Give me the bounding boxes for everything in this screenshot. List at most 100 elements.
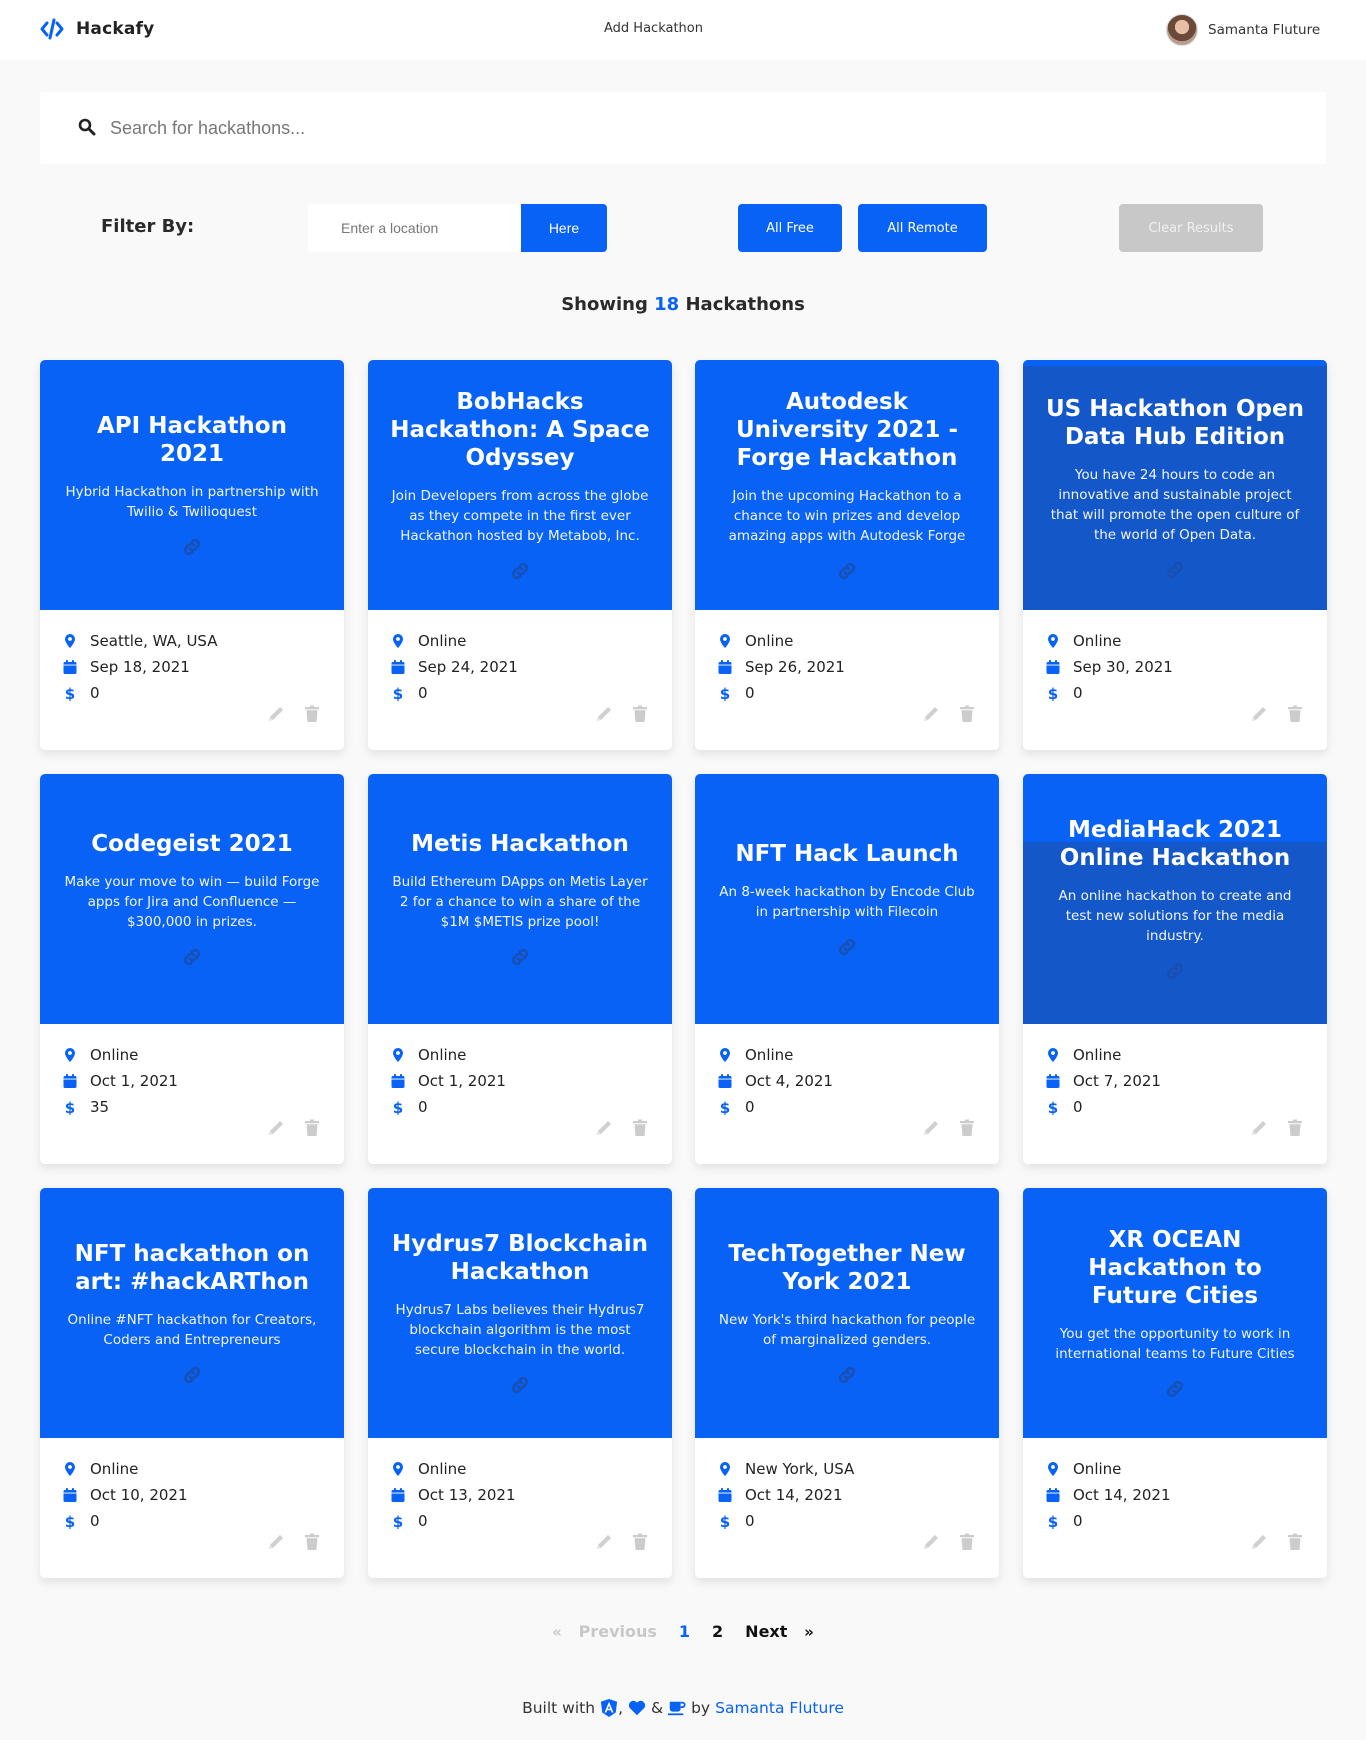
hackathon-card[interactable]: US Hackathon Open Data Hub Edition You ha…: [1023, 360, 1327, 750]
delete-trash-icon[interactable]: [302, 704, 322, 724]
edit-pencil-icon[interactable]: [266, 704, 286, 724]
link-icon[interactable]: [1164, 960, 1186, 982]
hackathon-card[interactable]: MediaHack 2021 Online Hackathon An online…: [1023, 774, 1327, 1164]
link-icon[interactable]: [181, 536, 203, 558]
location-text: Online: [1073, 1046, 1122, 1064]
card-actions: [1249, 1532, 1305, 1552]
date-text: Oct 4, 2021: [745, 1072, 833, 1090]
edit-pencil-icon[interactable]: [1249, 1532, 1269, 1552]
clear-results-button[interactable]: Clear Results: [1119, 204, 1263, 252]
link-icon[interactable]: [509, 1374, 531, 1396]
link-icon[interactable]: [836, 560, 858, 582]
card-date: Oct 4, 2021: [717, 1068, 977, 1094]
hackathon-card[interactable]: NFT Hack Launch An 8-week hackathon by En…: [695, 774, 999, 1164]
hackathon-card[interactable]: BobHacks Hackathon: A Space Odyssey Join …: [368, 360, 672, 750]
svg-text:$: $: [65, 1513, 75, 1529]
card-description: An 8-week hackathon by Encode Club in pa…: [719, 884, 975, 920]
here-button[interactable]: Here: [521, 204, 607, 252]
location-input[interactable]: [308, 204, 522, 252]
previous-label: Previous: [578, 1622, 657, 1641]
delete-trash-icon[interactable]: [957, 1118, 977, 1138]
svg-text:$: $: [393, 1513, 403, 1529]
delete-trash-icon[interactable]: [630, 1118, 650, 1138]
page-2-button[interactable]: 2: [712, 1622, 723, 1641]
search-icon: [78, 118, 96, 136]
dollar-icon: $: [1048, 1513, 1058, 1529]
next-page-button[interactable]: Next »: [745, 1622, 814, 1641]
price-text: 35: [90, 1098, 110, 1116]
results-count: 18: [654, 294, 680, 315]
delete-trash-icon[interactable]: [302, 1118, 322, 1138]
all-free-button[interactable]: All Free: [738, 204, 842, 252]
delete-trash-icon[interactable]: [957, 1532, 977, 1552]
card-header: API Hackathon 2021 Hybrid Hackathon in pa…: [40, 360, 344, 610]
all-remote-button[interactable]: All Remote: [858, 204, 987, 252]
card-location: Seattle, WA, USA: [62, 628, 322, 654]
delete-trash-icon[interactable]: [1285, 704, 1305, 724]
delete-trash-icon[interactable]: [1285, 1118, 1305, 1138]
card-title: US Hackathon Open Data Hub Edition: [1045, 396, 1304, 450]
hackathon-card[interactable]: TechTogether New York 2021 New York's thi…: [695, 1188, 999, 1578]
price-text: 0: [90, 1512, 100, 1530]
card-title: NFT Hack Launch: [735, 841, 959, 867]
previous-page-button[interactable]: « Previous: [552, 1622, 657, 1641]
edit-pencil-icon[interactable]: [1249, 704, 1269, 724]
hackathon-card[interactable]: XR OCEAN Hackathon to Future Cities You g…: [1023, 1188, 1327, 1578]
delete-trash-icon[interactable]: [630, 704, 650, 724]
card-details: Online Oct 10, 2021 $0: [40, 1438, 344, 1578]
link-icon[interactable]: [181, 1364, 203, 1386]
search-input[interactable]: [110, 110, 1290, 146]
price-text: 0: [745, 684, 755, 702]
edit-pencil-icon[interactable]: [594, 704, 614, 724]
edit-pencil-icon[interactable]: [921, 1118, 941, 1138]
location-text: Online: [745, 1046, 794, 1064]
card-price: $0: [717, 680, 977, 706]
link-icon[interactable]: [836, 936, 858, 958]
location-pin-icon: [1048, 1462, 1058, 1476]
user-menu[interactable]: Samanta Fluture: [1166, 14, 1320, 46]
edit-pencil-icon[interactable]: [266, 1118, 286, 1138]
footer: Built with , & by Samanta Fluture: [0, 1699, 1366, 1717]
calendar-icon: [718, 660, 732, 674]
delete-trash-icon[interactable]: [302, 1532, 322, 1552]
link-icon[interactable]: [1164, 559, 1186, 581]
location-pin-icon: [720, 634, 730, 648]
link-icon[interactable]: [509, 946, 531, 968]
card-details: Online Sep 30, 2021 $0: [1023, 610, 1327, 750]
card-date: Oct 10, 2021: [62, 1482, 322, 1508]
delete-trash-icon[interactable]: [1285, 1532, 1305, 1552]
navbar: Hackafy Add Hackathon Samanta Fluture: [0, 0, 1366, 60]
hackathon-card[interactable]: Metis Hackathon Build Ethereum DApps on M…: [368, 774, 672, 1164]
svg-text:$: $: [1048, 685, 1058, 701]
price-text: 0: [418, 1512, 428, 1530]
brand-logo[interactable]: Hackafy: [40, 18, 154, 40]
author-link[interactable]: Samanta Fluture: [715, 1699, 844, 1717]
delete-trash-icon[interactable]: [957, 704, 977, 724]
hackathon-card[interactable]: Codegeist 2021 Make your move to win — bu…: [40, 774, 344, 1164]
location-pin-icon: [720, 1462, 730, 1476]
results-count-heading: Showing 18 Hackathons: [0, 294, 1366, 315]
page-1-button[interactable]: 1: [679, 1622, 690, 1641]
card-location: Online: [1045, 1042, 1305, 1068]
card-description: Build Ethereum DApps on Metis Layer 2 fo…: [392, 874, 648, 930]
link-icon[interactable]: [509, 560, 531, 582]
link-icon[interactable]: [836, 1364, 858, 1386]
date-text: Oct 1, 2021: [418, 1072, 506, 1090]
edit-pencil-icon[interactable]: [921, 704, 941, 724]
dollar-icon: $: [65, 685, 75, 701]
edit-pencil-icon[interactable]: [921, 1532, 941, 1552]
edit-pencil-icon[interactable]: [594, 1118, 614, 1138]
delete-trash-icon[interactable]: [630, 1532, 650, 1552]
add-hackathon-link[interactable]: Add Hackathon: [604, 21, 703, 36]
hackathon-card[interactable]: API Hackathon 2021 Hybrid Hackathon in pa…: [40, 360, 344, 750]
link-icon[interactable]: [1164, 1378, 1186, 1400]
edit-pencil-icon[interactable]: [594, 1532, 614, 1552]
hackathon-card[interactable]: Autodesk University 2021 - Forge Hackath…: [695, 360, 999, 750]
hackathon-card[interactable]: Hydrus7 Blockchain Hackathon Hydrus7 Labs…: [368, 1188, 672, 1578]
link-icon[interactable]: [181, 946, 203, 968]
card-location: Online: [390, 628, 650, 654]
edit-pencil-icon[interactable]: [1249, 1118, 1269, 1138]
edit-pencil-icon[interactable]: [266, 1532, 286, 1552]
date-text: Sep 24, 2021: [418, 658, 518, 676]
hackathon-card[interactable]: NFT hackathon on art: #hackARThon Online …: [40, 1188, 344, 1578]
